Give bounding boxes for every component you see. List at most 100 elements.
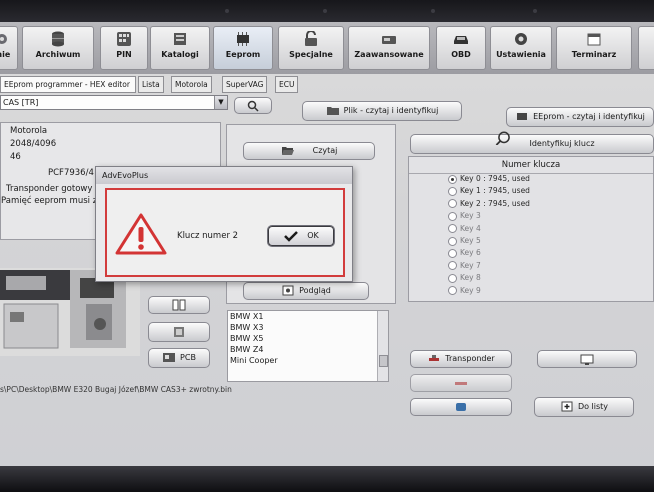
add-to-list-button[interactable]: Do listy — [534, 397, 634, 417]
toolbar-button-terminarz[interactable]: Terminarz — [556, 26, 632, 70]
read-file-label: Plik - czytaj i identyfikuj — [343, 106, 439, 115]
key-fob-icon — [456, 403, 466, 411]
identify-key-button[interactable]: Identyfikuj klucz — [410, 131, 654, 154]
key-radio-label: Key 1 : 7945, used — [460, 186, 530, 196]
key-radio-7[interactable]: Key 7 — [448, 261, 481, 273]
radio-button[interactable] — [448, 286, 457, 296]
toolbar-button-obd[interactable]: OBD — [436, 26, 486, 70]
toolbar-button-eeprom[interactable]: Eeprom — [213, 26, 273, 70]
key-radio-label: Key 6 — [460, 248, 481, 258]
key-radio-9[interactable]: Key 9 — [448, 286, 481, 298]
folder-icon — [326, 107, 339, 115]
info-manufacturer: Motorola — [10, 126, 48, 136]
info-transponder-type: PCF7936/4 — [48, 168, 94, 178]
list-item[interactable]: BMW Z4 — [228, 344, 388, 355]
toolbar-button-archiwum[interactable]: Archiwum — [22, 26, 94, 70]
key-radio-6[interactable]: Key 6 — [448, 248, 481, 260]
bezel-dot — [323, 9, 327, 13]
key-number-panel: Numer klucza — [408, 156, 654, 302]
toolbar-button-ustawienia[interactable]: Ustawienia — [490, 26, 552, 70]
disabled-action-button[interactable] — [410, 374, 512, 392]
info-memory: 2048/4096 — [10, 139, 57, 149]
pcb-label: PCB — [180, 353, 196, 362]
device-select[interactable]: CAS [TR] ▼ — [0, 95, 228, 110]
key-read-button[interactable] — [410, 398, 512, 416]
model-list[interactable]: BMW X1 BMW X3 BMW X5 BMW Z4 Mini Cooper — [227, 310, 389, 382]
toolbar-label: PIN — [116, 50, 132, 59]
tab-motorola[interactable]: Motorola — [171, 76, 212, 93]
read-eeprom-button[interactable]: EEprom - czytaj i identyfikuj — [506, 107, 654, 127]
toolbar-button-extra[interactable] — [638, 26, 654, 70]
scrollbar[interactable] — [377, 311, 388, 381]
key-radio-5[interactable]: Key 5 — [448, 236, 481, 248]
key-radio-label: Key 0 : 7945, used — [460, 174, 530, 183]
key-number-header: Numer klucza — [409, 160, 653, 174]
key-radio-2[interactable]: Key 2 : 7945, used — [448, 199, 530, 211]
message-dialog: AdvEvoPlus Klucz numer 2 OK — [95, 166, 353, 282]
chevron-down-icon[interactable]: ▼ — [214, 96, 227, 109]
key-radio-1[interactable]: Key 1 : 7945, used — [448, 186, 530, 198]
radio-button[interactable] — [448, 174, 457, 184]
catalog-icon — [174, 33, 186, 45]
toolbar-label: Katalogi — [161, 50, 199, 59]
keypad-icon — [117, 32, 131, 46]
key-radio-0[interactable]: Key 0 : 7945, used — [448, 174, 530, 186]
add-to-list-label: Do listy — [577, 402, 609, 411]
toolbar-button-specjalne[interactable]: Specjalne — [278, 26, 344, 70]
search-button[interactable] — [234, 97, 272, 114]
warning-icon — [115, 213, 167, 255]
ok-button[interactable]: OK — [267, 225, 335, 247]
list-item[interactable]: BMW X3 — [228, 322, 388, 333]
dialog-title: AdvEvoPlus — [96, 167, 352, 184]
radio-button[interactable] — [448, 199, 457, 209]
tab-ecu[interactable]: ECU — [275, 76, 299, 93]
main-toolbar: mie Archiwum PIN Katalogi Eeprom Specjal… — [0, 22, 654, 74]
chip-view-button[interactable] — [148, 296, 210, 314]
dialog-message: Klucz numer 2 — [177, 231, 239, 241]
pcb-icon — [163, 353, 176, 362]
pcb-button[interactable]: PCB — [148, 348, 210, 368]
radio-button[interactable] — [448, 261, 457, 271]
toolbar-button-katalogi[interactable]: Katalogi — [150, 26, 210, 70]
toolbar-label: Ustawienia — [496, 50, 546, 59]
list-item[interactable]: Mini Cooper — [228, 355, 388, 366]
bezel-dot — [533, 9, 537, 13]
tab-hex-editor[interactable]: EEprom programmer - HEX editor — [0, 76, 136, 93]
radio-button[interactable] — [448, 273, 457, 283]
monitor-bezel-bottom — [0, 466, 654, 492]
key-radio-3[interactable]: Key 3 — [448, 211, 481, 223]
key-radio-8[interactable]: Key 8 — [448, 273, 481, 285]
read-file-button[interactable]: Plik - czytaj i identyfikuj — [302, 101, 462, 121]
toolbar-button-zaawansowane[interactable]: Zaawansowane — [348, 26, 430, 70]
radio-button[interactable] — [448, 248, 457, 258]
list-item[interactable]: BMW X5 — [228, 333, 388, 344]
toolbar-button-home[interactable]: mie — [0, 26, 18, 70]
scrollbar-thumb[interactable] — [379, 355, 388, 367]
read-button[interactable]: Czytaj — [243, 142, 375, 160]
radio-button[interactable] — [448, 236, 457, 246]
connector-button[interactable] — [148, 322, 210, 342]
transponder-icon — [429, 355, 440, 361]
gear-icon — [0, 34, 7, 44]
monitor-button[interactable] — [537, 350, 637, 368]
preview-button[interactable]: Podgląd — [243, 282, 369, 300]
bezel-dot — [431, 9, 435, 13]
transponder-button[interactable]: Transponder — [410, 350, 512, 368]
key-radio-label: Key 5 — [460, 236, 481, 245]
key-radio-4[interactable]: Key 4 — [448, 224, 481, 236]
toolbar-label: Zaawansowane — [354, 50, 424, 59]
toolbar-label: OBD — [451, 50, 471, 59]
read-label: Czytaj — [312, 146, 338, 155]
info-id: 46 — [10, 152, 21, 162]
radio-button[interactable] — [448, 224, 457, 234]
preview-icon — [282, 285, 294, 296]
radio-button[interactable] — [448, 186, 457, 196]
book-icon — [172, 299, 186, 311]
list-item[interactable]: BMW X1 — [228, 311, 388, 322]
toolbar-button-pin[interactable]: PIN — [100, 26, 148, 70]
car-icon — [454, 36, 468, 44]
monitor-bezel-top — [0, 0, 654, 22]
tab-lista[interactable]: Lista — [138, 76, 164, 93]
tab-supervag[interactable]: SuperVAG — [222, 76, 268, 93]
radio-button[interactable] — [448, 211, 457, 221]
